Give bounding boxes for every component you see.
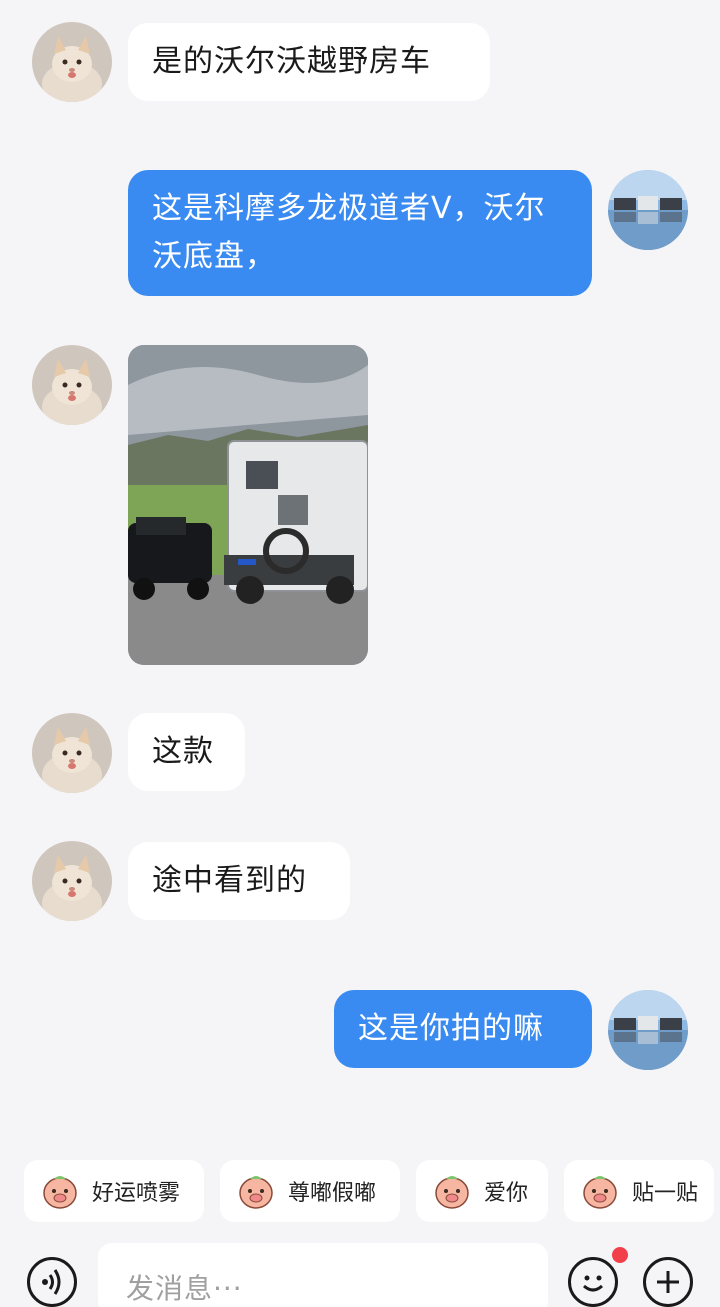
love-you-emoji-icon — [432, 1171, 472, 1211]
my-avatar[interactable] — [608, 170, 688, 250]
message-input[interactable]: 发消息··· — [98, 1243, 548, 1307]
contact-avatar[interactable] — [32, 22, 112, 102]
quick-reply-bar: 好运喷雾 尊嘟假嘟 爱你 贴一贴 — [0, 1155, 720, 1227]
quick-reply-chip[interactable]: 好运喷雾 — [24, 1160, 204, 1222]
contact-avatar[interactable] — [32, 841, 112, 921]
pig-face-emoji-icon — [236, 1171, 276, 1211]
quick-reply-label: 爱你 — [484, 1181, 529, 1206]
my-avatar[interactable] — [608, 990, 688, 1070]
voice-icon[interactable] — [27, 1257, 77, 1307]
cuddle-emoji-icon — [580, 1171, 620, 1211]
quick-reply-chip[interactable]: 爱你 — [416, 1160, 548, 1222]
quick-reply-chip[interactable]: 尊嘟假嘟 — [220, 1160, 400, 1222]
rv-photo-message[interactable] — [128, 345, 368, 665]
message-bubble-received[interactable]: 这款 — [128, 713, 245, 791]
quick-reply-chip[interactable]: 贴一贴 — [564, 1160, 714, 1222]
message-bubble-received[interactable]: 途中看到的 — [128, 842, 350, 920]
notification-dot — [612, 1247, 628, 1263]
contact-avatar[interactable] — [32, 345, 112, 425]
message-bubble-received[interactable]: 是的沃尔沃越野房车 — [128, 23, 490, 101]
plus-icon[interactable] — [643, 1257, 693, 1307]
quick-reply-label: 好运喷雾 — [92, 1181, 181, 1206]
message-bubble-sent[interactable]: 这是科摩多龙极道者V，沃尔沃底盘， — [128, 170, 592, 296]
contact-avatar[interactable] — [32, 713, 112, 793]
emoji-icon[interactable] — [568, 1257, 618, 1307]
quick-reply-label: 尊嘟假嘟 — [288, 1181, 377, 1206]
input-bar: 发消息··· — [0, 1235, 720, 1307]
lucky-spray-emoji-icon — [40, 1171, 80, 1211]
quick-reply-label: 贴一贴 — [632, 1181, 699, 1206]
message-bubble-sent[interactable]: 这是你拍的嘛 — [334, 990, 592, 1068]
